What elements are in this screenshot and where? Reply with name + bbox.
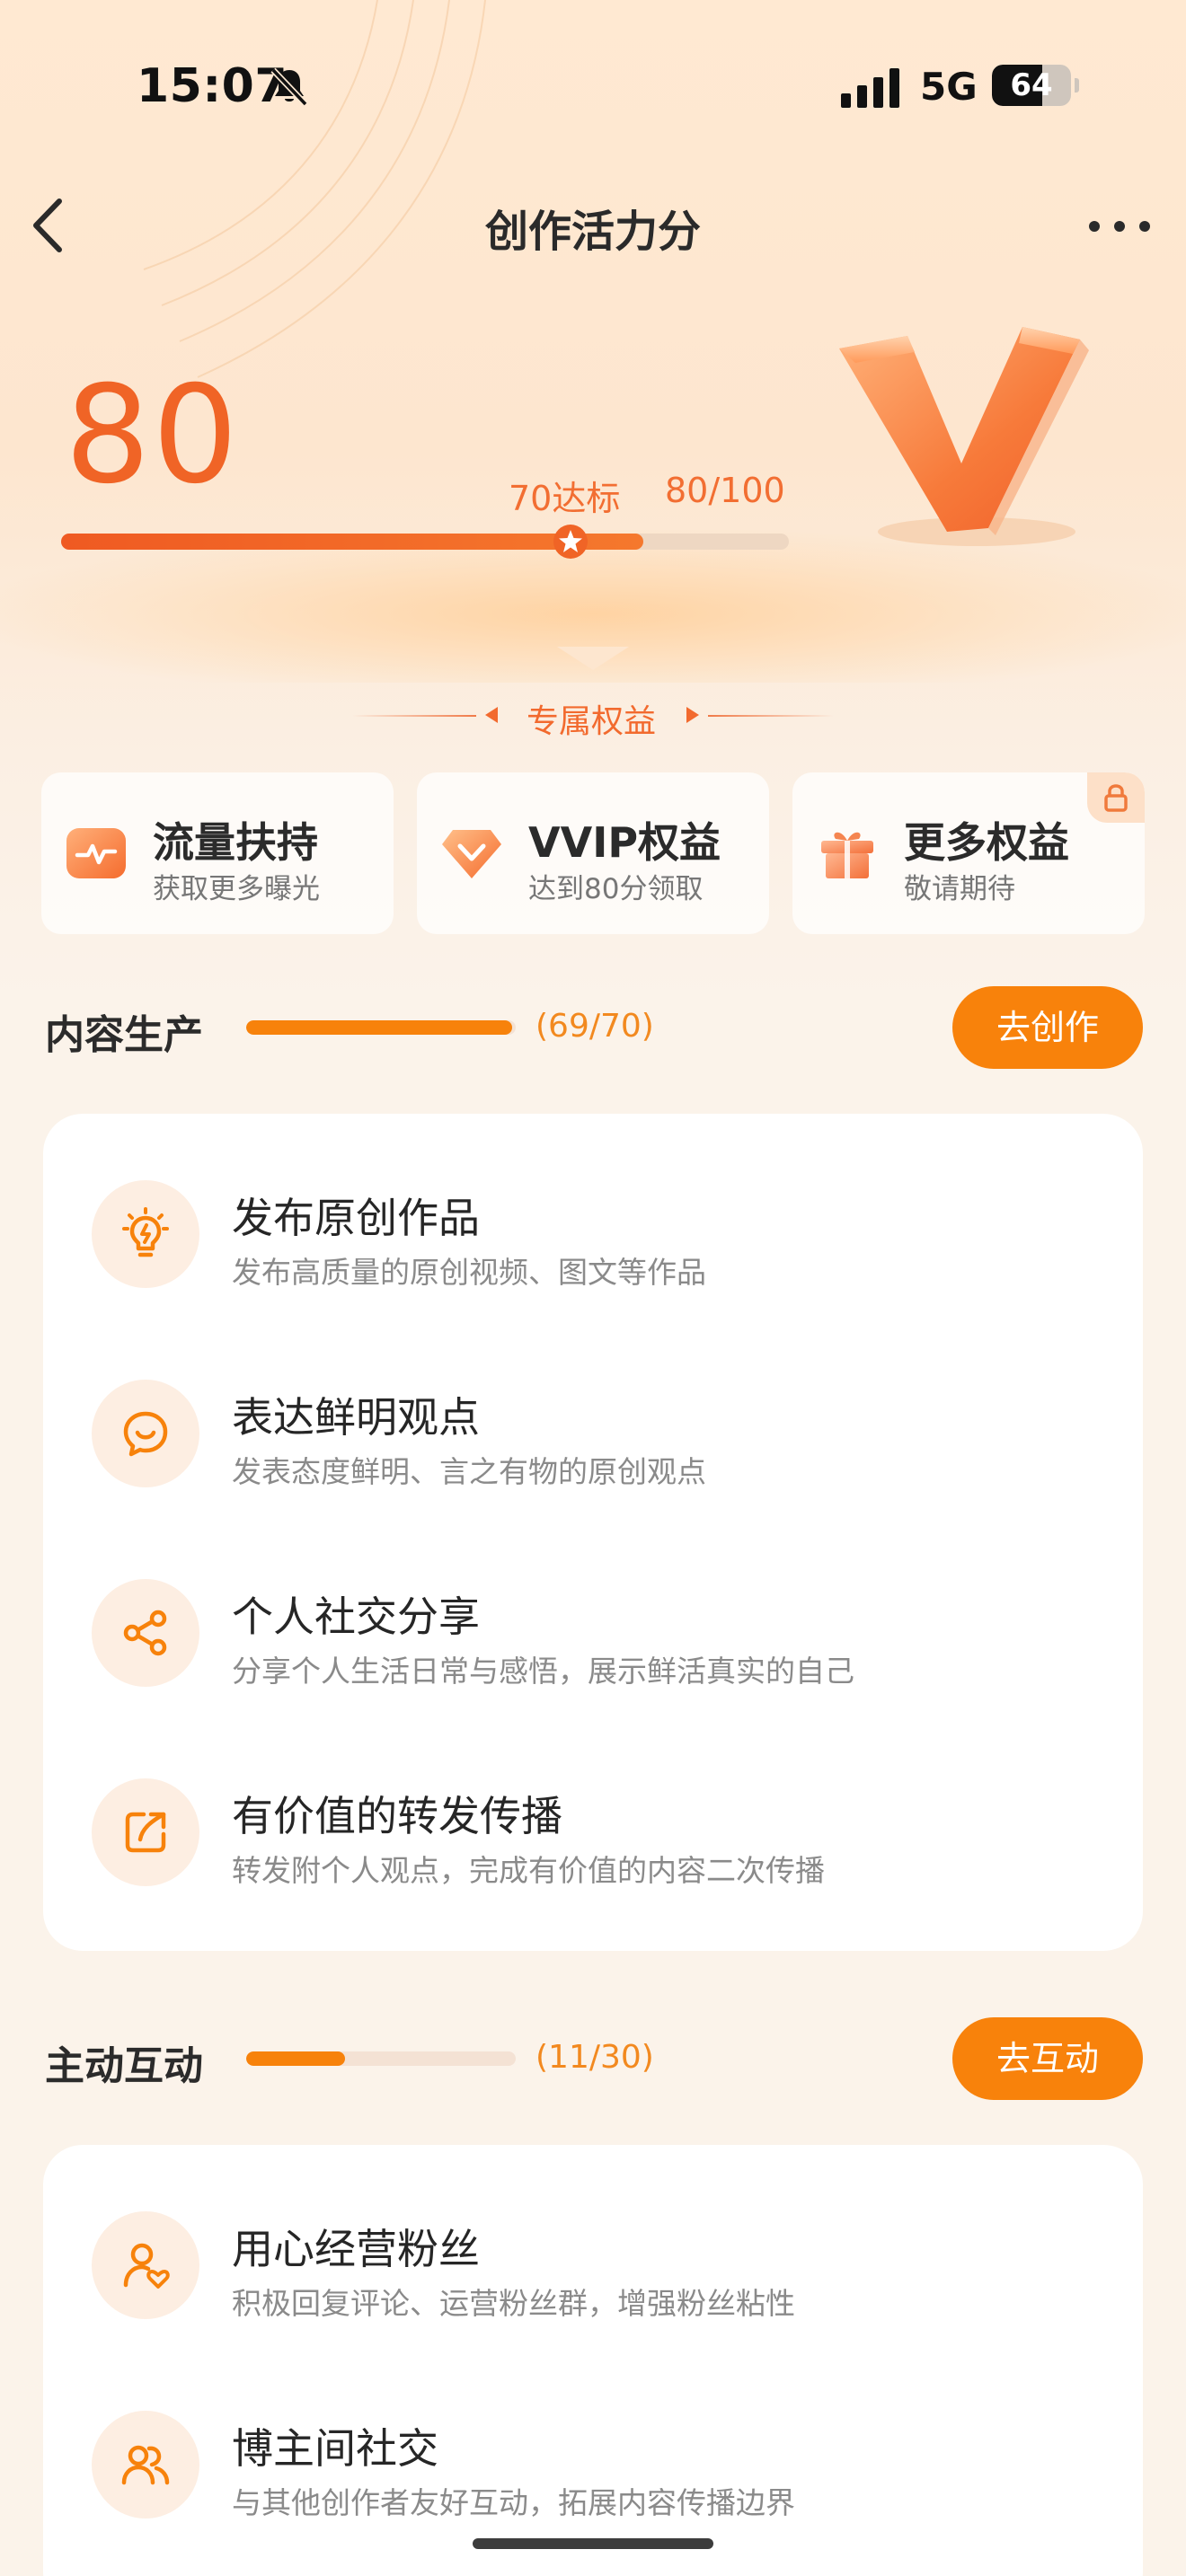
task-title: 有价值的转发传播 bbox=[232, 1792, 562, 1840]
hero-notch bbox=[557, 647, 629, 670]
content-progress-bar bbox=[246, 1020, 516, 1035]
task-icon-wrap bbox=[92, 1778, 199, 1886]
content-count: (69/70) bbox=[535, 1008, 654, 1045]
users-icon bbox=[121, 2445, 170, 2485]
signal-icon bbox=[841, 68, 899, 108]
benefits-header: 专属权益 bbox=[0, 690, 1186, 744]
benefit-subtitle: 达到80分领取 bbox=[528, 873, 704, 905]
benefit-card-traffic[interactable]: 流量扶持 获取更多曝光 bbox=[41, 772, 394, 934]
benefit-title: 流量扶持 bbox=[153, 818, 318, 867]
more-dot bbox=[1089, 221, 1100, 232]
interaction-count: (11/30) bbox=[535, 2039, 654, 2076]
share-icon bbox=[123, 1610, 167, 1656]
task-title: 发布原创作品 bbox=[232, 1194, 480, 1242]
lock-badge bbox=[1087, 772, 1145, 823]
divider-line bbox=[708, 715, 834, 717]
benefit-card-more[interactable]: 更多权益 敬请期待 bbox=[792, 772, 1145, 934]
go-create-button[interactable]: 去创作 bbox=[952, 986, 1143, 1069]
task-title: 表达鲜明观点 bbox=[232, 1393, 480, 1442]
benefit-title: VVIP权益 bbox=[528, 818, 721, 867]
more-dot bbox=[1114, 221, 1125, 232]
arrow-left-icon bbox=[485, 707, 498, 723]
content-section-title: 内容生产 bbox=[45, 1012, 203, 1058]
score-fraction: 80/100 bbox=[665, 471, 785, 510]
task-item-social-share[interactable]: 个人社交分享 分享个人生活日常与感悟，展示鲜活真实的自己 bbox=[43, 1541, 1143, 1721]
status-time: 15:07 bbox=[137, 59, 288, 113]
task-title: 个人社交分享 bbox=[232, 1592, 480, 1641]
task-icon-wrap bbox=[92, 1180, 199, 1288]
benefit-card-vvip[interactable]: VVIP权益 达到80分领取 bbox=[417, 772, 769, 934]
task-icon-wrap bbox=[92, 1579, 199, 1687]
lock-icon bbox=[1104, 784, 1128, 812]
task-desc: 积极回复评论、运营粉丝群，增强粉丝粘性 bbox=[232, 2286, 795, 2321]
interaction-task-card: 用心经营粉丝 积极回复评论、运营粉丝群，增强粉丝粘性 博主间社交 与其他创作者友… bbox=[43, 2145, 1143, 2576]
network-type: 5G bbox=[920, 65, 978, 109]
benefits-title: 专属权益 bbox=[526, 703, 656, 740]
benefit-subtitle: 获取更多曝光 bbox=[153, 873, 320, 905]
task-desc: 发布高质量的原创视频、图文等作品 bbox=[232, 1255, 706, 1290]
diamond-icon bbox=[442, 830, 501, 878]
page-title: 创作活力分 bbox=[484, 207, 701, 257]
task-title: 博主间社交 bbox=[232, 2424, 438, 2473]
benefit-subtitle: 敬请期待 bbox=[904, 873, 1015, 905]
score-progress-bar bbox=[61, 525, 789, 559]
home-indicator[interactable] bbox=[473, 2538, 713, 2549]
bell-muted-icon bbox=[270, 67, 308, 107]
task-icon-wrap bbox=[92, 2211, 199, 2319]
go-interact-button[interactable]: 去互动 bbox=[952, 2017, 1143, 2100]
task-desc: 转发附个人观点，完成有价值的内容二次传播 bbox=[232, 1853, 825, 1888]
divider-line bbox=[352, 715, 476, 717]
user-heart-icon bbox=[123, 2243, 170, 2289]
star-marker-icon bbox=[553, 525, 588, 559]
task-item-original-work[interactable]: 发布原创作品 发布高质量的原创视频、图文等作品 bbox=[43, 1142, 1143, 1322]
target-label: 70达标 bbox=[509, 479, 621, 518]
speech-bubble-icon bbox=[123, 1411, 168, 1457]
interaction-section-title: 主动互动 bbox=[45, 2043, 203, 2089]
benefit-title: 更多权益 bbox=[904, 818, 1069, 867]
content-progress-fill bbox=[246, 1020, 512, 1035]
battery-percent: 64 bbox=[1010, 67, 1053, 103]
battery-tip bbox=[1075, 78, 1079, 93]
more-options-button[interactable] bbox=[1078, 203, 1159, 250]
vip-v-logo-icon bbox=[839, 327, 1089, 546]
task-desc: 发表态度鲜明、言之有物的原创观点 bbox=[232, 1454, 706, 1489]
forward-icon bbox=[125, 1812, 166, 1853]
task-item-forward[interactable]: 有价值的转发传播 转发附个人观点，完成有价值的内容二次传播 bbox=[43, 1741, 1143, 1920]
task-item-opinion[interactable]: 表达鲜明观点 发表态度鲜明、言之有物的原创观点 bbox=[43, 1342, 1143, 1522]
gift-icon bbox=[821, 832, 873, 878]
score-value: 80 bbox=[65, 357, 240, 514]
task-item-creator-social[interactable]: 博主间社交 与其他创作者友好互动，拓展内容传播边界 bbox=[43, 2373, 1143, 2553]
task-icon-wrap bbox=[92, 2411, 199, 2519]
arrow-right-icon bbox=[686, 707, 699, 723]
task-icon-wrap bbox=[92, 1380, 199, 1487]
interaction-progress-bar bbox=[246, 2051, 516, 2066]
task-item-fans[interactable]: 用心经营粉丝 积极回复评论、运营粉丝群，增强粉丝粘性 bbox=[43, 2174, 1143, 2353]
task-title: 用心经营粉丝 bbox=[232, 2225, 480, 2273]
lightbulb-icon bbox=[122, 1207, 169, 1257]
battery-icon: 64 bbox=[992, 65, 1071, 106]
task-desc: 与其他创作者友好互动，拓展内容传播边界 bbox=[232, 2485, 795, 2520]
task-desc: 分享个人生活日常与感悟，展示鲜活真实的自己 bbox=[232, 1654, 854, 1689]
content-task-card: 发布原创作品 发布高质量的原创视频、图文等作品 表达鲜明观点 发表态度鲜明、言之… bbox=[43, 1114, 1143, 1951]
more-dot bbox=[1139, 221, 1150, 232]
interaction-progress-fill bbox=[246, 2051, 346, 2066]
traffic-chart-icon bbox=[66, 828, 126, 878]
